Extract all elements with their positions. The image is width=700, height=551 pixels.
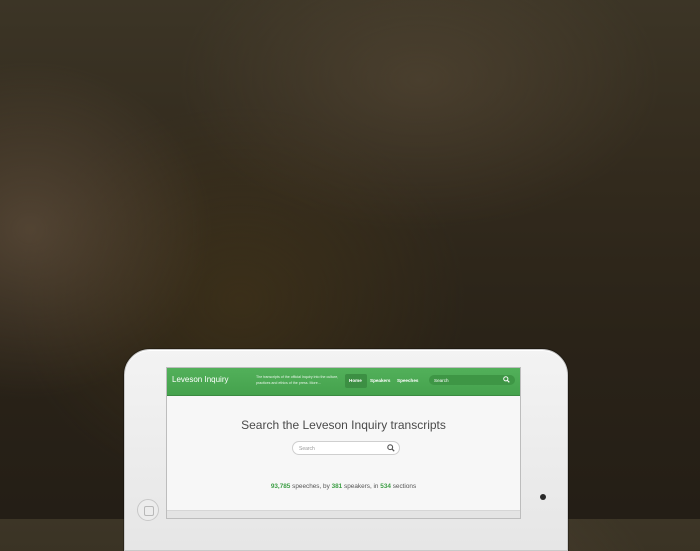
nav-item-speakers[interactable]: Speakers [370, 378, 390, 383]
site-stats: 93,785 speeches, by 381 speakers, in 534… [167, 483, 520, 490]
nav-search-input[interactable] [434, 376, 498, 384]
site-brand[interactable]: Leveson Inquiry [172, 375, 228, 384]
speakers-label: speakers, in [342, 483, 381, 490]
speeches-count: 93,785 [270, 483, 291, 490]
search-icon[interactable] [503, 376, 510, 383]
nav-item-home-label: Home [349, 378, 362, 383]
hero-search-box [292, 441, 400, 455]
tablet-camera [540, 494, 546, 500]
nav-item-speeches[interactable]: Speeches [397, 378, 418, 383]
site-tagline: The transcripts of the official Inquiry … [256, 375, 339, 385]
sections-label: sections [390, 483, 417, 490]
tablet-screen: Leveson Inquiry The transcripts of the o… [166, 367, 521, 519]
search-input[interactable] [299, 444, 379, 453]
search-icon[interactable] [387, 444, 395, 452]
speakers-count: 381 [331, 483, 343, 490]
tablet-home-button [137, 499, 159, 521]
nav-item-home[interactable]: Home [345, 374, 367, 388]
site-navbar: Leveson Inquiry The transcripts of the o… [167, 368, 520, 396]
page-title: Search the Leveson Inquiry transcripts [241, 418, 446, 432]
nav-search-box [429, 375, 515, 385]
speeches-label: speeches, by [290, 483, 332, 490]
sections-count: 534 [380, 483, 391, 490]
content-divider [167, 510, 520, 518]
